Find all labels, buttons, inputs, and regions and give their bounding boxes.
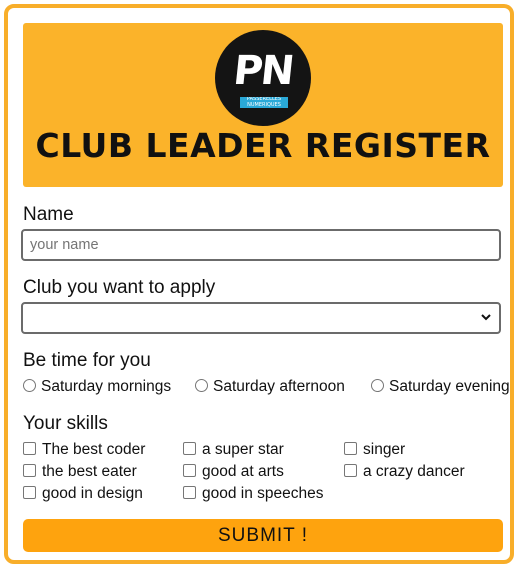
skills-label: Your skills (23, 413, 108, 434)
checkbox-label: a super star (202, 441, 284, 458)
checkbox-label: The best coder (42, 441, 146, 458)
checkbox-crazy-dancer[interactable]: a crazy dancer (344, 463, 465, 481)
radio-label: Saturday mornings (41, 378, 172, 395)
checkbox-icon[interactable] (183, 464, 196, 477)
checkbox-best-eater[interactable]: the best eater (23, 463, 137, 481)
checkbox-singer[interactable]: singer (344, 441, 405, 459)
name-label: Name (23, 204, 74, 225)
name-input[interactable]: your name (21, 229, 501, 261)
radio-circle-icon[interactable] (195, 379, 208, 392)
radio-label: Saturday afternoon (213, 378, 345, 395)
radio-label: Saturday evening (389, 378, 510, 395)
radio-circle-icon[interactable] (371, 379, 384, 392)
checkbox-label: good in speeches (202, 485, 324, 502)
page-title: CLUB LEADER REGISTER (35, 126, 491, 165)
radio-saturday-mornings[interactable]: Saturday mornings (23, 378, 171, 396)
radio-saturday-afternoon[interactable]: Saturday afternoon (195, 378, 345, 396)
checkbox-good-at-arts[interactable]: good at arts (183, 463, 284, 481)
checkbox-good-in-speeches[interactable]: good in speeches (183, 485, 324, 503)
club-select[interactable] (21, 302, 501, 334)
pn-logo: PN PASSERELLES NUMERIQUES (215, 30, 311, 126)
checkbox-icon[interactable] (23, 442, 36, 455)
checkbox-label: good at arts (202, 463, 284, 480)
checkbox-label: the best eater (42, 463, 137, 480)
checkbox-label: good in design (42, 485, 143, 502)
logo-band: PASSERELLES NUMERIQUES (240, 97, 288, 108)
name-placeholder: your name (30, 237, 99, 253)
checkbox-icon[interactable] (344, 464, 357, 477)
checkbox-icon[interactable] (23, 464, 36, 477)
checkbox-best-coder[interactable]: The best coder (23, 441, 145, 459)
time-label: Be time for you (23, 350, 151, 371)
radio-saturday-evening[interactable]: Saturday evening (371, 378, 510, 396)
checkbox-label: singer (363, 441, 406, 458)
checkbox-icon[interactable] (183, 486, 196, 499)
checkbox-icon[interactable] (23, 486, 36, 499)
club-label: Club you want to apply (23, 277, 216, 298)
form-header: PN PASSERELLES NUMERIQUES CLUB LEADER RE… (23, 23, 503, 187)
checkbox-icon[interactable] (344, 442, 357, 455)
logo-letters: PN (231, 48, 295, 94)
chevron-down-icon (481, 314, 491, 321)
submit-button[interactable]: SUBMIT ! (23, 519, 503, 552)
checkbox-icon[interactable] (183, 442, 196, 455)
radio-circle-icon[interactable] (23, 379, 36, 392)
checkbox-good-in-design[interactable]: good in design (23, 485, 143, 503)
checkbox-label: a crazy dancer (363, 463, 465, 480)
form-container: PN PASSERELLES NUMERIQUES CLUB LEADER RE… (4, 4, 514, 564)
checkbox-super-star[interactable]: a super star (183, 441, 284, 459)
